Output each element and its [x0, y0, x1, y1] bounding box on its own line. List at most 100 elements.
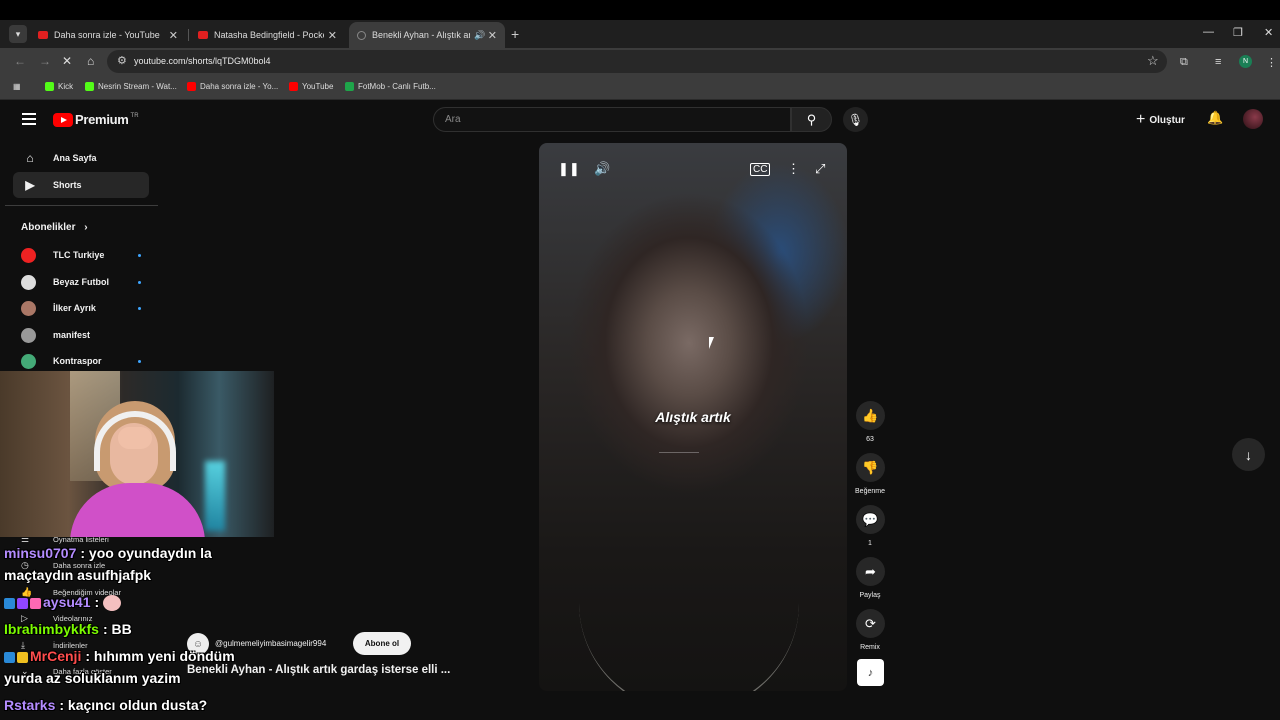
- bookmark-star-icon[interactable]: ☆: [1147, 53, 1159, 69]
- channel-avatar: [21, 327, 36, 343]
- subscription-label: manifest: [53, 330, 91, 340]
- tab-watch-later[interactable]: Daha sonra izle - YouTube ✕: [30, 22, 186, 48]
- pause-icon[interactable]: ❚❚: [558, 161, 580, 177]
- sidebar-item-home[interactable]: ⌂ Ana Sayfa: [13, 145, 149, 171]
- sound-thumbnail[interactable]: ♪: [857, 659, 884, 686]
- address-bar[interactable]: ⚙ youtube.com/shorts/lqTDGM0bol4 ☆: [107, 50, 1167, 73]
- minimize-button[interactable]: —: [1203, 26, 1214, 38]
- bookmark-label: Daha sonra izle - Yo...: [200, 82, 279, 91]
- logo-region: TR: [130, 112, 139, 119]
- youtube-favicon-icon: [289, 82, 298, 91]
- remix-button[interactable]: ⟳: [856, 609, 885, 638]
- video-frame-detail: [579, 513, 799, 691]
- close-tab-icon[interactable]: ✕: [488, 29, 497, 42]
- bookmark-label: Kick: [58, 82, 74, 91]
- chat-message: MrCenji: hıhımm yeni döndüm: [4, 645, 235, 667]
- subscription-item[interactable]: Beyaz Futbol: [21, 272, 141, 292]
- bookmark-nesrin[interactable]: Nesrin Stream - Wat...: [85, 82, 177, 91]
- stop-icon[interactable]: ✕: [62, 54, 72, 68]
- bookmark-kick[interactable]: Kick: [45, 82, 73, 91]
- apps-grid-icon[interactable]: ▦: [13, 82, 21, 91]
- shorts-video-player[interactable]: ❚❚ 🔊 CC ⋮ ⤢ Alıştık artık: [539, 143, 847, 691]
- create-button[interactable]: + Oluştur: [1136, 111, 1185, 129]
- tab-label: Benekli Ayhan - Alıştık artık: [372, 30, 470, 40]
- home-icon[interactable]: ⌂: [87, 54, 94, 68]
- youtube-favicon-icon: [38, 31, 48, 39]
- screen: ▾ Daha sonra izle - YouTube ✕ Natasha Be…: [0, 0, 1280, 720]
- sidebar-item-shorts[interactable]: ▶ Shorts: [13, 172, 149, 198]
- fullscreen-icon[interactable]: ⤢: [815, 161, 825, 177]
- share-button[interactable]: ➦: [856, 557, 885, 586]
- youtube-favicon-icon: [198, 31, 208, 39]
- chat-text: : BB: [102, 621, 132, 637]
- search-button[interactable]: ⚲: [791, 107, 832, 132]
- subscription-item[interactable]: Kontraspor: [21, 351, 141, 371]
- chat-message: maçtaydın asuıfhjafpk: [4, 564, 151, 586]
- thumbs-down-icon: 👎: [862, 459, 879, 475]
- chat-text: : yoo oyundaydın la: [80, 545, 212, 561]
- top-letterbox: [0, 0, 1280, 20]
- caption-underline: [659, 452, 699, 453]
- captions-icon[interactable]: CC: [750, 163, 771, 176]
- subscription-item[interactable]: manifest: [21, 325, 141, 345]
- subscription-label: Beyaz Futbol: [53, 277, 110, 287]
- account-avatar[interactable]: [1243, 109, 1263, 129]
- search-icon: ⚲: [806, 111, 817, 127]
- profile-avatar[interactable]: N: [1239, 55, 1252, 68]
- close-tab-icon[interactable]: ✕: [169, 29, 178, 42]
- fotmob-favicon-icon: [345, 82, 354, 91]
- channel-avatar: [21, 247, 36, 263]
- speaker-icon[interactable]: 🔊: [474, 30, 485, 41]
- kick-favicon-icon: [85, 82, 94, 91]
- new-tab-button[interactable]: +: [511, 26, 519, 42]
- media-control-icon[interactable]: ≡: [1215, 56, 1221, 68]
- menu-kebab-icon[interactable]: ⋮: [1266, 56, 1277, 69]
- tab-pocketful[interactable]: Natasha Bedingfield - Pocketful ✕: [190, 22, 345, 48]
- chat-message: Rstarks: kaçıncı oldun dusta?: [4, 694, 207, 716]
- forward-icon[interactable]: →: [39, 54, 51, 68]
- site-info-icon[interactable]: ⚙: [117, 54, 127, 67]
- subscription-item[interactable]: TLC Turkiye: [21, 245, 141, 265]
- search-input[interactable]: Ara: [433, 107, 791, 132]
- bookmark-youtube[interactable]: YouTube: [289, 82, 333, 91]
- like-button[interactable]: 👍: [856, 401, 885, 430]
- guide-menu-icon[interactable]: [22, 113, 36, 128]
- volume-icon[interactable]: 🔊: [594, 161, 610, 177]
- restore-button[interactable]: ❐: [1233, 26, 1243, 39]
- close-window-button[interactable]: ✕: [1264, 26, 1273, 39]
- comments-button[interactable]: 💬: [856, 505, 885, 534]
- bookmark-fotmob[interactable]: FotMob - Canlı Futb...: [345, 82, 436, 91]
- back-icon[interactable]: ←: [14, 54, 26, 68]
- youtube-premium-logo[interactable]: Premium TR: [53, 112, 139, 127]
- extensions-icon[interactable]: ⧉: [1180, 56, 1188, 69]
- comment-count: 1: [868, 540, 872, 547]
- dislike-label: Beğenme: [855, 488, 885, 495]
- new-content-dot: [138, 359, 141, 363]
- close-tab-icon[interactable]: ✕: [328, 29, 337, 42]
- logo-text: Premium: [75, 112, 129, 127]
- moderator-badge-icon: [4, 651, 15, 663]
- tab-search-dropdown-icon[interactable]: ▾: [9, 25, 27, 43]
- subscriptions-header[interactable]: Abonelikler ›: [21, 222, 88, 233]
- next-short-button[interactable]: ↓: [1232, 438, 1265, 471]
- bookmarks-bar: ▦ Kick Nesrin Stream - Wat... Daha sonra…: [0, 75, 1280, 100]
- dislike-button[interactable]: 👎: [856, 453, 885, 482]
- kick-favicon-icon: [45, 82, 54, 91]
- subscribe-button[interactable]: Abone ol: [353, 632, 411, 655]
- chat-text: : kaçıncı oldun dusta?: [59, 697, 208, 713]
- subscription-item[interactable]: İlker Ayrık: [21, 298, 141, 318]
- more-options-icon[interactable]: ⋮: [787, 161, 800, 177]
- voice-search-button[interactable]: 🎙: [843, 107, 868, 132]
- bookmark-label: YouTube: [302, 82, 334, 91]
- notifications-bell-icon[interactable]: 🔔: [1207, 110, 1223, 126]
- new-content-dot: [138, 280, 141, 284]
- tab-benekli-ayhan[interactable]: Benekli Ayhan - Alıştık artık 🔊 ✕: [349, 22, 505, 48]
- bookmark-label: Nesrin Stream - Wat...: [98, 82, 177, 91]
- bookmark-watch-later[interactable]: Daha sonra izle - Yo...: [187, 82, 278, 91]
- mouse-cursor-icon: [709, 337, 719, 349]
- subscriptions-header-label: Abonelikler: [21, 222, 76, 233]
- tab-separator: [188, 29, 189, 41]
- chat-text: yurda az soluklanım yazim: [4, 670, 181, 686]
- chat-message: aysu41:: [4, 591, 122, 613]
- remix-icon: ⟳: [865, 615, 876, 631]
